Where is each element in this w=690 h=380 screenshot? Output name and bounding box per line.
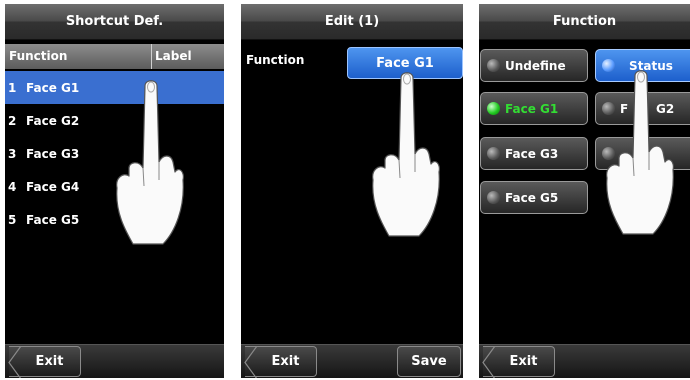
exit-label: Exit — [35, 354, 64, 369]
column-header: Function Label — [5, 44, 224, 69]
face-g2-option-button[interactable]: F G2 — [595, 92, 690, 125]
label-column-header: Label — [155, 49, 192, 63]
exit-label: Exit — [271, 354, 300, 369]
led-indicator-icon — [602, 147, 615, 160]
face-g3-option-button[interactable]: Face G3 — [480, 137, 588, 170]
list-item[interactable]: 4 Face G4 — [5, 170, 224, 203]
back-arrow-icon — [482, 346, 496, 378]
list-item[interactable]: 5 Face G5 — [5, 203, 224, 236]
row-function: Face G1 — [26, 80, 80, 95]
face-g4-option-button[interactable] — [595, 137, 690, 170]
exit-button[interactable]: Exit — [482, 346, 555, 378]
function-value: Face G1 — [376, 55, 434, 71]
footer-bar: Exit Save — [241, 344, 463, 378]
list-item[interactable]: 1 Face G1 — [5, 71, 224, 104]
led-indicator-icon — [487, 102, 500, 115]
face-g5-option-button[interactable]: Face G5 — [480, 181, 588, 214]
option-label: F — [620, 101, 629, 116]
row-number: 2 — [8, 113, 17, 128]
row-number: 5 — [8, 212, 17, 227]
exit-button[interactable]: Exit — [8, 346, 81, 378]
led-indicator-icon — [602, 59, 615, 72]
pointing-hand-icon — [372, 72, 440, 237]
edit-screen: Edit (1) Function Face G1 Exit Save — [241, 4, 463, 378]
face-g1-option-button[interactable]: Face G1 — [480, 92, 588, 125]
row-function: Face G4 — [26, 179, 80, 194]
led-indicator-icon — [487, 59, 500, 72]
function-screen: Function Undefine Status Face G1 F G2 Fa… — [479, 4, 690, 378]
screen-title: Function — [479, 4, 690, 40]
exit-label: Exit — [509, 354, 538, 369]
exit-button[interactable]: Exit — [244, 346, 317, 378]
row-function: Face G5 — [26, 212, 80, 227]
option-label: Face G5 — [505, 190, 559, 205]
undefine-option-button[interactable]: Undefine — [480, 49, 588, 82]
row-number: 4 — [8, 179, 17, 194]
led-indicator-icon — [487, 191, 500, 204]
row-function: Face G2 — [26, 113, 80, 128]
footer-bar: Exit — [479, 344, 690, 378]
option-label: Status — [629, 58, 673, 73]
back-arrow-icon — [8, 346, 22, 378]
list-item[interactable]: 2 Face G2 — [5, 104, 224, 137]
save-label: Save — [411, 354, 447, 369]
list-item[interactable]: 3 Face G3 — [5, 137, 224, 170]
function-field-label: Function — [246, 53, 305, 67]
screen-title: Edit (1) — [241, 4, 463, 40]
status-option-button[interactable]: Status — [595, 49, 690, 82]
column-divider — [151, 44, 152, 69]
option-label: Face G3 — [505, 146, 559, 161]
footer-bar: Exit — [5, 344, 224, 378]
save-button[interactable]: Save — [397, 346, 461, 377]
row-number: 3 — [8, 146, 17, 161]
led-indicator-icon — [487, 147, 500, 160]
led-indicator-icon — [602, 102, 615, 115]
screen-title: Shortcut Def. — [5, 4, 224, 40]
option-label-tail: G2 — [656, 101, 675, 116]
function-column-header: Function — [9, 49, 68, 63]
shortcut-def-screen: Shortcut Def. Function Label 1 Face G1 2… — [5, 4, 224, 378]
row-function: Face G3 — [26, 146, 80, 161]
shortcut-list: 1 Face G1 2 Face G2 3 Face G3 4 Face G4 … — [5, 71, 224, 236]
row-number: 1 — [8, 80, 17, 95]
option-label: Face G1 — [505, 101, 559, 116]
function-select-button[interactable]: Face G1 — [347, 47, 463, 79]
back-arrow-icon — [244, 346, 258, 378]
option-label: Undefine — [505, 58, 566, 73]
